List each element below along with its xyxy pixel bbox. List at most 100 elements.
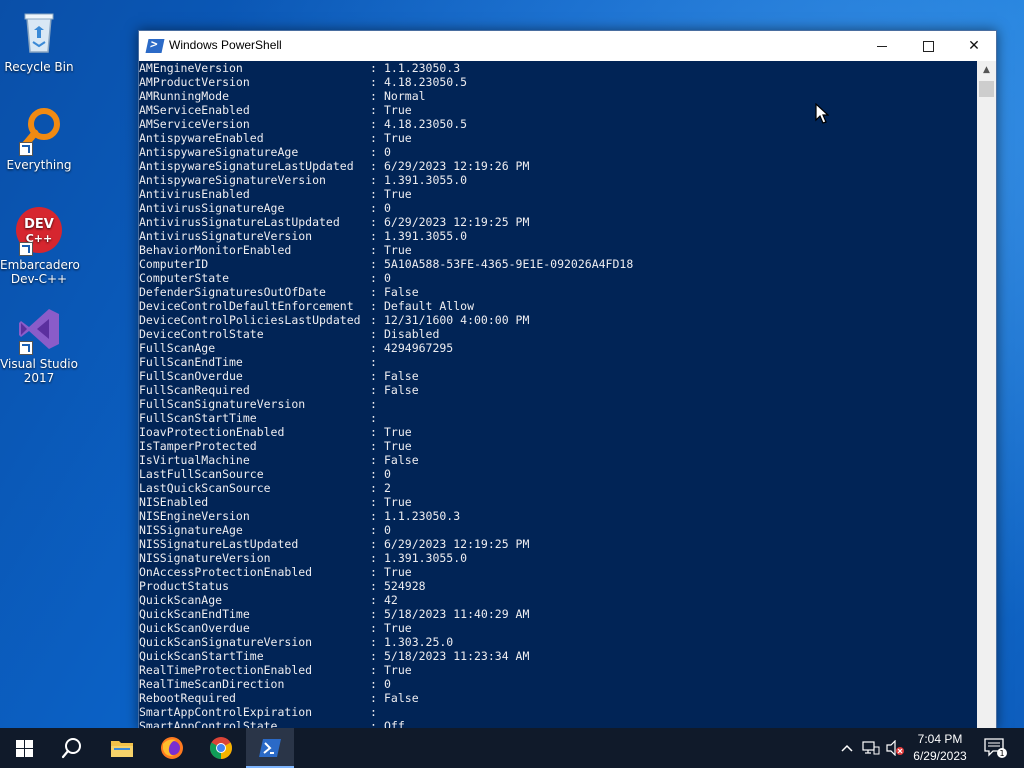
property-separator: : (370, 663, 377, 677)
property-separator: : (370, 369, 377, 383)
scroll-thumb[interactable] (979, 81, 994, 97)
recycle-bin-icon (15, 8, 63, 56)
desktop-icon-everything[interactable]: Everything (0, 106, 78, 172)
property-separator: : (370, 257, 377, 271)
property-separator: : (370, 565, 377, 579)
desktop: Recycle Bin Everything DEV C++ Embarcade… (0, 0, 1024, 768)
desktop-icon-visual-studio[interactable]: Visual Studio 2017 (0, 305, 78, 385)
property-value: False (384, 369, 419, 383)
property-name: OnAccessProtectionEnabled (139, 565, 313, 579)
property-separator: : (370, 103, 377, 117)
property-name: QuickScanAge (139, 593, 223, 607)
console-line: AntivirusSignatureAge:0 (139, 201, 977, 215)
minimize-button[interactable] (859, 31, 905, 61)
maximize-button[interactable] (905, 31, 951, 61)
property-name: AMServiceEnabled (139, 103, 250, 117)
property-value: True (384, 621, 412, 635)
console-line: AMProductVersion:4.18.23050.5 (139, 75, 977, 89)
window-titlebar[interactable]: Windows PowerShell ✕ (139, 31, 996, 61)
property-name: AMServiceVersion (139, 117, 250, 131)
console-line: FullScanEndTime: (139, 355, 977, 369)
notification-icon: 1 (984, 738, 1007, 758)
tray-show-hidden-button[interactable] (838, 728, 856, 768)
desktop-icon-label: Embarcadero Dev-C++ (0, 258, 80, 286)
notification-count: 1 (999, 749, 1004, 758)
console-line: NISEngineVersion:1.1.23050.3 (139, 509, 977, 523)
console-line: QuickScanStartTime:5/18/2023 11:23:34 AM (139, 649, 977, 663)
tray-network-button[interactable] (860, 728, 882, 768)
property-name: AntivirusEnabled (139, 187, 250, 201)
start-button[interactable] (0, 728, 48, 768)
taskbar-clock[interactable]: 7:04 PM 6/29/2023 (900, 731, 980, 765)
property-name: FullScanAge (139, 341, 216, 355)
property-separator: : (370, 201, 377, 215)
console-line: BehaviorMonitorEnabled: True (139, 243, 977, 257)
console-line: ComputerID:5A10A588-53FE-4365-9E1E-09202… (139, 257, 977, 271)
powershell-window[interactable]: Windows PowerShell ✕ AMEngineVersion:1.1… (138, 30, 997, 730)
property-value: 2 (384, 481, 391, 495)
desktop-icon-devcpp[interactable]: DEV C++ Embarcadero Dev-C++ (0, 206, 80, 286)
desktop-icon-recycle-bin[interactable]: Recycle Bin (0, 8, 78, 74)
property-separator: : (370, 173, 377, 187)
property-name: NISSignatureLastUpdated (139, 537, 299, 551)
property-separator: : (370, 551, 377, 565)
console-output[interactable]: AMEngineVersion:1.1.23050.3 AMProductVers… (139, 61, 977, 729)
property-name: FullScanOverdue (139, 369, 243, 383)
property-name: RebootRequired (139, 691, 236, 705)
console-line: NISSignatureAge:0 (139, 523, 977, 537)
property-name: NISEnabled (139, 495, 209, 509)
console-line: IoavProtectionEnabled: True (139, 425, 977, 439)
console-line: RealTimeScanDirection:0 (139, 677, 977, 691)
taskbar-chrome[interactable] (197, 728, 245, 768)
console-line: DeviceControlDefaultEnforcement: Default … (139, 299, 977, 313)
property-name: QuickScanSignatureVersion (139, 635, 313, 649)
property-value: 524928 (384, 579, 426, 593)
property-separator: : (370, 495, 377, 509)
property-name: ProductStatus (139, 579, 230, 593)
property-separator: : (370, 579, 377, 593)
property-separator: : (370, 89, 377, 103)
property-value: True (384, 439, 412, 453)
console-line: OnAccessProtectionEnabled: True (139, 565, 977, 579)
property-value: 4294967295 (384, 341, 454, 355)
property-name: IsTamperProtected (139, 439, 257, 453)
close-icon: ✕ (968, 38, 980, 54)
property-value: False (384, 691, 419, 705)
maximize-icon (922, 40, 934, 52)
property-name: AntispywareEnabled (139, 131, 264, 145)
property-name: AntivirusSignatureLastUpdated (139, 215, 340, 229)
console-line: QuickScanEndTime:5/18/2023 11:40:29 AM (139, 607, 977, 621)
property-separator: : (370, 593, 377, 607)
taskbar-search-button[interactable] (48, 728, 96, 768)
property-name: SmartAppControlExpiration (139, 705, 313, 719)
property-separator: : (370, 467, 377, 481)
vertical-scrollbar[interactable]: ▲ (977, 61, 996, 729)
property-value: True (384, 565, 412, 579)
console-line: NISSignatureVersion:1.391.3055.0 (139, 551, 977, 565)
property-name: AntispywareSignatureLastUpdated (139, 159, 354, 173)
property-name: LastFullScanSource (139, 467, 264, 481)
taskbar-file-explorer[interactable] (98, 728, 146, 768)
property-separator: : (370, 243, 377, 257)
property-name: LastQuickScanSource (139, 481, 271, 495)
property-separator: : (370, 61, 377, 75)
console-line: DefenderSignaturesOutOfDate: False (139, 285, 977, 299)
property-name: QuickScanStartTime (139, 649, 264, 663)
property-name: NISSignatureAge (139, 523, 243, 537)
property-name: RealTimeScanDirection (139, 677, 285, 691)
scroll-up-button[interactable]: ▲ (977, 61, 996, 79)
property-separator: : (370, 537, 377, 551)
close-button[interactable]: ✕ (951, 31, 997, 61)
action-center-button[interactable]: 1 (980, 728, 1010, 768)
clock-date: 6/29/2023 (913, 749, 967, 763)
taskbar-powershell[interactable] (246, 728, 294, 768)
everything-search-icon (15, 106, 63, 156)
property-name: AMProductVersion (139, 75, 250, 89)
clock-time: 7:04 PM (917, 732, 963, 746)
property-separator: : (370, 313, 377, 327)
shortcut-arrow-icon (19, 341, 33, 355)
property-value: 0 (384, 677, 391, 691)
taskbar-firefox[interactable] (148, 728, 196, 768)
chevron-up-icon: ▲ (983, 65, 990, 75)
console-line: AntispywareEnabled: True (139, 131, 977, 145)
